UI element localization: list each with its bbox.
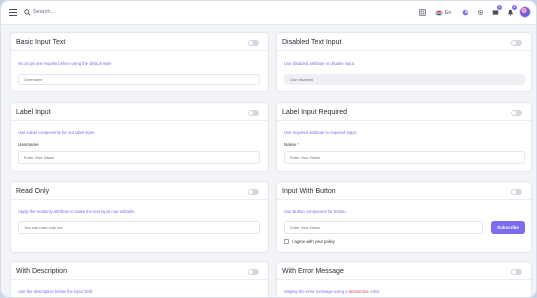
card-description: Use required attribute to required input… <box>284 130 357 135</box>
disabled-input <box>284 74 525 85</box>
code-toggle[interactable] <box>511 189 522 195</box>
name-input[interactable] <box>284 221 483 234</box>
card-description: No props are required when using the def… <box>18 61 113 66</box>
card-header: Basic Input Text <box>11 33 268 51</box>
card-header: Label Input Required <box>277 103 531 121</box>
language-label: En <box>445 9 452 16</box>
card-label-input: Label Input Use Label components for our… <box>10 102 269 172</box>
top-bar: Search... En 2 3 <box>1 1 536 25</box>
search-input[interactable]: Search... <box>33 8 55 17</box>
agree-checkbox-row[interactable]: I agree with your policy <box>284 239 335 244</box>
username-input[interactable] <box>18 74 260 85</box>
card-description: Apply the readonly attribute to make the… <box>18 209 136 214</box>
card-with-description: With Description Use the description bel… <box>10 261 269 297</box>
messages-badge: 2 <box>497 5 502 10</box>
card-header: Label Input <box>11 103 268 121</box>
user-avatar[interactable] <box>519 6 531 18</box>
card-title: With Error Message <box>282 268 344 275</box>
card-header: Disabled Text Input <box>277 33 531 51</box>
code-toggle[interactable] <box>248 40 259 46</box>
card-disabled-text-input: Disabled Text Input Use disabled attribu… <box>276 32 532 92</box>
code-toggle[interactable] <box>248 110 259 116</box>
messages-icon[interactable]: 2 <box>491 5 502 17</box>
card-title: Label Input Required <box>282 109 347 116</box>
field-label: Username <box>18 142 39 147</box>
notifications-icon[interactable]: 3 <box>506 5 517 17</box>
code-toggle[interactable] <box>511 110 522 116</box>
search-icon <box>24 9 31 16</box>
theme-icon[interactable] <box>461 8 469 17</box>
card-read-only: Read Only Apply the readonly attribute t… <box>10 181 269 253</box>
code-toggle[interactable] <box>248 269 259 275</box>
app-window: Search... En 2 3 Basic Input Text No pro… <box>0 0 537 298</box>
card-header: With Error Message <box>277 262 531 280</box>
checkbox-label: I agree with your policy <box>292 239 335 244</box>
required-asterisk: * <box>297 142 300 147</box>
us-flag-icon <box>435 9 443 16</box>
code-toggle[interactable] <box>511 269 522 275</box>
card-label-input-required: Label Input Required Use required attrib… <box>276 102 532 172</box>
read-only-input[interactable] <box>18 221 260 234</box>
card-basic-input-text: Basic Input Text No props are required w… <box>10 32 269 92</box>
hamburger-menu-icon[interactable] <box>9 9 17 16</box>
card-header: Read Only <box>11 182 268 200</box>
agree-checkbox[interactable] <box>284 239 289 244</box>
card-title: With Description <box>16 268 67 275</box>
card-description: Use Label components for our label style… <box>18 130 96 135</box>
notifications-badge: 3 <box>512 5 517 10</box>
code-toggle[interactable] <box>248 189 259 195</box>
card-description: Use Button component for button. <box>284 209 347 214</box>
subscribe-button[interactable]: Subscribe <box>491 221 525 234</box>
card-description: Use disabled attribute to disable input. <box>284 61 356 66</box>
card-title: Input With Button <box>282 188 336 195</box>
username-input[interactable] <box>18 151 260 164</box>
settings-icon[interactable] <box>476 8 484 17</box>
card-title: Label Input <box>16 109 51 116</box>
card-input-with-button: Input With Button Use Button component f… <box>276 181 532 253</box>
card-title: Basic Input Text <box>16 39 66 46</box>
card-with-error-message: With Error Message Display the error mes… <box>276 261 532 297</box>
card-header: With Description <box>11 262 268 280</box>
code-toggle[interactable] <box>511 40 522 46</box>
fullscreen-icon[interactable] <box>418 8 426 17</box>
field-label: Name * <box>284 142 300 147</box>
name-input[interactable] <box>284 151 525 164</box>
card-title: Read Only <box>16 188 50 195</box>
language-selector[interactable]: En <box>435 8 451 17</box>
card-header: Input With Button <box>277 182 531 200</box>
card-description: Use the description below the input fiel… <box>18 289 94 294</box>
card-description: Display the error message using a destru… <box>284 289 381 294</box>
card-title: Disabled Text Input <box>282 39 342 46</box>
